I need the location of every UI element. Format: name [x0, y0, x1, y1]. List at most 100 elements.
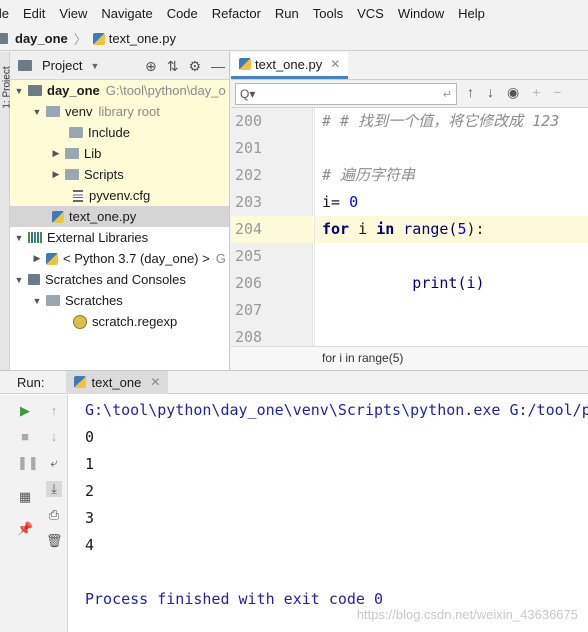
code-number: 5 — [457, 220, 467, 238]
tree-item-day-one[interactable]: ▼ day_one G:\tool\python\day_o — [10, 80, 229, 101]
chevron-down-icon[interactable]: ▼ — [14, 275, 24, 285]
console-output[interactable]: G:\tool\python\day_one\venv\Scripts\pyth… — [68, 395, 588, 632]
menu-navigate[interactable]: Navigate — [94, 6, 159, 21]
console-exit-message: Process finished with exit code 0 — [85, 590, 384, 608]
run-toolbar-primary: ▶ ■ ❚❚ ▦ 📌 — [0, 395, 40, 632]
tree-item-label: Lib — [84, 146, 102, 161]
tree-item-lib[interactable]: ▶ Lib — [10, 143, 229, 164]
tree-item-external-libraries[interactable]: ▼ External Libraries — [10, 227, 229, 248]
menu-help[interactable]: Help — [451, 6, 492, 21]
code-number: 0 — [349, 193, 359, 211]
menu-run[interactable]: Run — [268, 6, 306, 21]
trash-icon[interactable]: 🗑 — [46, 533, 63, 549]
run-tab-label: text_one — [91, 374, 142, 390]
tree-item-python-sdk[interactable]: ▶ < Python 3.7 (day_one) > G — [10, 248, 229, 269]
tree-item-include[interactable]: Include — [10, 122, 229, 143]
menu-code[interactable]: Code — [160, 6, 205, 21]
editor-breadcrumb[interactable]: for i in range(5) — [231, 346, 588, 370]
line-number: 201 — [235, 139, 263, 157]
chevron-down-icon[interactable]: ▼ — [32, 107, 42, 117]
tree-item-label: Scratches — [65, 293, 123, 308]
menu-file[interactable]: ile — [0, 6, 16, 21]
tree-item-scratches[interactable]: ▼ Scratches — [10, 290, 229, 311]
search-input[interactable]: Q▾ ↵ — [235, 83, 457, 105]
tree-item-scratches-consoles[interactable]: ▼ Scratches and Consoles — [10, 269, 229, 290]
tree-item-annotation: library root — [98, 104, 160, 119]
print-icon[interactable]: ⎙ — [46, 507, 62, 523]
breadcrumb-project[interactable]: day_one — [15, 31, 68, 46]
python-sdk-icon — [46, 252, 58, 265]
watermark: https://blog.csdn.net/weixin_43636675 — [356, 607, 578, 622]
tree-item-scratch-regexp[interactable]: scratch.regexp — [10, 311, 229, 332]
soft-wrap-icon[interactable]: ⤶ — [46, 455, 62, 471]
folder-icon — [46, 295, 60, 306]
menu-view[interactable]: View — [52, 6, 94, 21]
collapse-all-icon[interactable]: ⇅ — [167, 58, 179, 75]
chevron-down-icon[interactable]: ▼ — [90, 61, 99, 71]
stop-icon[interactable]: ■ — [17, 429, 33, 445]
menu-vcs[interactable]: VCS — [350, 6, 391, 21]
chevron-right-icon[interactable]: ▶ — [51, 169, 61, 180]
code-line: i= 0 — [314, 189, 588, 216]
chevron-down-icon[interactable]: ▼ — [14, 233, 24, 243]
python-file-icon — [239, 58, 251, 70]
folder-icon — [69, 127, 83, 138]
console-output-line: 2 — [85, 482, 95, 500]
menu-refactor[interactable]: Refactor — [205, 6, 268, 21]
chevron-down-icon[interactable]: ▼ — [32, 296, 42, 306]
config-file-icon — [73, 189, 83, 202]
line-number: 200 — [235, 112, 263, 130]
run-tab-text-one[interactable]: text_one ✕ — [66, 370, 169, 394]
minimize-icon[interactable]: — — [211, 58, 225, 75]
remove-selection-icon[interactable]: − — [553, 84, 561, 101]
editor-tab-bar: text_one.py ✕ — [231, 52, 588, 80]
code-line-current: for i in range(5): — [314, 216, 588, 243]
gear-icon[interactable]: ⚙ — [188, 58, 201, 75]
code-keyword: for — [322, 220, 350, 238]
code-area[interactable]: # # 找到一个值，将它修改成 123 # 遍历字符串 i= 0 for i i… — [314, 108, 588, 346]
find-all-icon[interactable]: ◉ — [507, 84, 519, 101]
tree-item-label: scratch.regexp — [92, 314, 178, 329]
code-builtin: range( — [394, 220, 458, 238]
tree-item-pyvenv-cfg[interactable]: pyvenv.cfg — [10, 185, 229, 206]
down-arrow-icon[interactable]: ↓ — [46, 429, 62, 445]
menu-window[interactable]: Window — [391, 6, 451, 21]
tree-item-label: Include — [88, 125, 130, 140]
tree-item-venv[interactable]: ▼ venv library root — [10, 101, 229, 122]
up-arrow-icon[interactable]: ↑ — [46, 403, 62, 419]
rerun-icon[interactable]: ▶ — [17, 403, 33, 419]
tree-item-path: G:\tool\python\day_o — [105, 83, 226, 98]
tree-item-scripts[interactable]: ▶ Scripts — [10, 164, 229, 185]
enter-icon: ↵ — [442, 88, 452, 101]
tree-item-label: Scripts — [84, 167, 124, 182]
python-file-icon — [92, 32, 105, 45]
find-bar: Q▾ ↵ ↑ ↓ ◉ + − — [231, 80, 588, 108]
previous-occurrence-icon[interactable]: ↑ — [467, 84, 474, 101]
project-panel-header: Project ▼ ⊕ ⇅ ⚙ — — [10, 52, 229, 80]
pause-icon[interactable]: ❚❚ — [17, 455, 39, 471]
line-number-current: 204 — [231, 216, 313, 243]
locate-icon[interactable]: ⊕ — [145, 58, 157, 75]
chevron-right-icon[interactable]: ▶ — [51, 148, 61, 159]
chevron-right-icon[interactable]: ▶ — [32, 253, 42, 264]
code-operator: = — [331, 193, 350, 211]
editor: text_one.py ✕ Q▾ ↵ ↑ ↓ ◉ + − 200 201 202… — [231, 52, 588, 370]
menu-tools[interactable]: Tools — [306, 6, 350, 21]
menu-edit[interactable]: Edit — [16, 6, 52, 21]
editor-tab-text-one-py[interactable]: text_one.py ✕ — [231, 52, 349, 79]
scroll-to-end-icon[interactable]: ⤓ — [46, 481, 62, 497]
pin-icon[interactable]: 📌 — [17, 521, 33, 537]
close-icon[interactable]: ✕ — [150, 375, 160, 389]
run-label: Run: — [17, 374, 45, 390]
breadcrumb-file[interactable]: text_one.py — [109, 31, 176, 46]
chevron-down-icon[interactable]: ▼ — [14, 86, 24, 96]
project-view-selector[interactable]: Project — [42, 58, 82, 73]
code-identifier: i — [349, 220, 377, 238]
tree-item-text-one-py[interactable]: text_one.py — [10, 206, 229, 227]
next-occurrence-icon[interactable]: ↓ — [487, 84, 494, 101]
tree-item-label: Scratches and Consoles — [45, 272, 186, 287]
tree-item-label: venv — [65, 104, 93, 119]
layout-icon[interactable]: ▦ — [17, 489, 33, 505]
add-selection-icon[interactable]: + — [532, 84, 540, 101]
close-icon[interactable]: ✕ — [330, 57, 340, 71]
